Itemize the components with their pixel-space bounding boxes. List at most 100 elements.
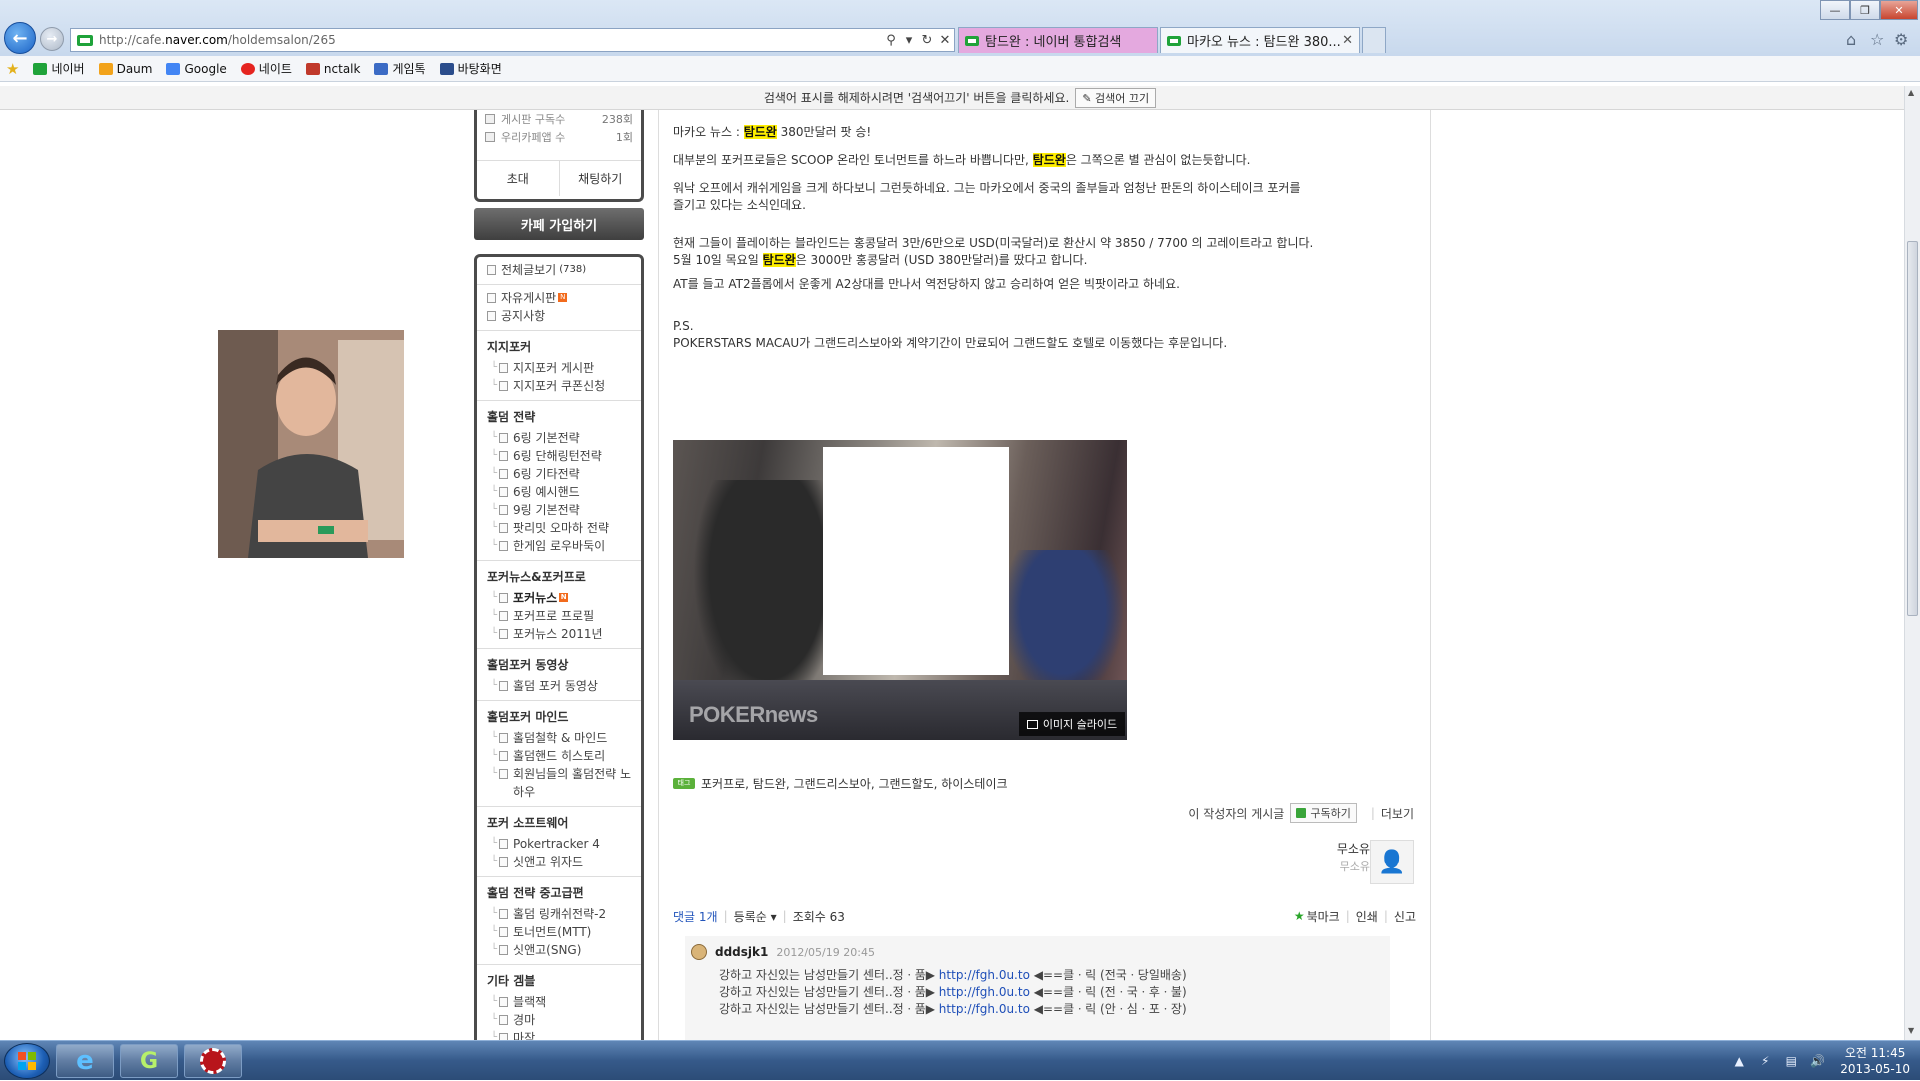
menu-item[interactable]: 경마 bbox=[477, 1011, 641, 1029]
menu-section-title[interactable]: 포커뉴스&포커프로 bbox=[477, 565, 641, 589]
menu-item[interactable]: 싯앤고 위자드 bbox=[477, 853, 641, 871]
author-name[interactable]: 무소유 bbox=[1337, 840, 1370, 858]
bookmark-link[interactable]: 북마크 bbox=[1307, 908, 1340, 925]
menu-item[interactable]: 팟리밋 오마하 전략 bbox=[477, 519, 641, 537]
turn-off-highlight-button[interactable]: ✎ 검색어 끄기 bbox=[1075, 87, 1157, 108]
menu-item[interactable]: 포커뉴스 2011년 bbox=[477, 625, 641, 643]
scroll-down-icon[interactable]: ▼ bbox=[1908, 1026, 1914, 1035]
menu-item[interactable]: 회원님들의 홀덤전략 노하우 bbox=[477, 765, 641, 801]
menu-item[interactable]: 홀덤철학 & 마인드 bbox=[477, 729, 641, 747]
search-icon[interactable]: ⚲ bbox=[882, 33, 900, 48]
menu-section-title[interactable]: 지지포커 bbox=[477, 335, 641, 359]
stop-icon[interactable]: ✕ bbox=[936, 33, 954, 48]
address-url[interactable]: http://cafe.naver.com/holdemsalon/265 bbox=[99, 33, 882, 47]
menu-item[interactable]: 6링 기타전략 bbox=[477, 465, 641, 483]
favorites-star-icon[interactable]: ☆ bbox=[1870, 30, 1884, 49]
menu-item[interactable]: 6링 기본전략 bbox=[477, 429, 641, 447]
security-icon[interactable]: ⚡ bbox=[1758, 1054, 1772, 1068]
fav-desktop[interactable]: 바탕화면 bbox=[439, 60, 502, 77]
fav-google[interactable]: Google bbox=[166, 62, 227, 76]
taskbar-app-g[interactable]: G bbox=[120, 1044, 178, 1078]
menu-section-title[interactable]: 포커 소프트웨어 bbox=[477, 811, 641, 835]
menu-item[interactable]: 6링 예시핸드 bbox=[477, 483, 641, 501]
checkbox-icon[interactable] bbox=[485, 132, 495, 142]
menu-item[interactable]: 6링 단해링턴전략 bbox=[477, 447, 641, 465]
comment-user[interactable]: dddsjk1 bbox=[715, 945, 768, 959]
comment-link[interactable]: http://fgh.0u.to bbox=[939, 968, 1030, 982]
chat-button[interactable]: 채팅하기 bbox=[560, 161, 642, 196]
menu-section-title[interactable]: 홀덤 전략 bbox=[477, 405, 641, 429]
taskbar-ie[interactable]: e bbox=[56, 1044, 114, 1078]
menu-item[interactable]: 마작 bbox=[477, 1029, 641, 1040]
more-link[interactable]: 더보기 bbox=[1381, 805, 1414, 822]
gear-icon[interactable]: ⚙ bbox=[1894, 30, 1908, 49]
fav-naver[interactable]: 네이버 bbox=[33, 60, 85, 77]
menu-item-notice[interactable]: 공지사항 bbox=[477, 307, 641, 325]
menu-item-free-board[interactable]: 자유게시판 N bbox=[477, 289, 641, 307]
fav-nate[interactable]: 네이트 bbox=[240, 60, 292, 77]
document-icon bbox=[499, 469, 509, 479]
menu-item[interactable]: 포커뉴스N bbox=[477, 589, 641, 607]
tab-article[interactable]: 마카오 뉴스 : 탐드완 380... ✕ bbox=[1160, 27, 1360, 53]
close-window-button[interactable]: ✕ bbox=[1880, 0, 1918, 20]
start-button[interactable] bbox=[4, 1043, 50, 1079]
comment-toggle[interactable]: 댓글 1개 bbox=[673, 908, 718, 925]
menu-item[interactable]: Pokertracker 4 bbox=[477, 835, 641, 853]
network-icon[interactable]: ▤ bbox=[1784, 1054, 1798, 1068]
checkbox-icon[interactable] bbox=[485, 114, 495, 124]
menu-item-all-posts[interactable]: 전체글보기 (738) bbox=[477, 261, 641, 279]
naver-icon bbox=[33, 62, 48, 75]
subscribe-button[interactable]: 구독하기 bbox=[1290, 803, 1357, 823]
menu-section-title[interactable]: 홀덤 전략 중고급편 bbox=[477, 881, 641, 905]
volume-icon[interactable]: 🔊 bbox=[1810, 1054, 1825, 1068]
minimize-button[interactable]: — bbox=[1820, 0, 1850, 20]
system-clock[interactable]: 오전 11:45 2013-05-10 bbox=[1840, 1045, 1910, 1077]
menu-section-title[interactable]: 기타 겜블 bbox=[477, 969, 641, 993]
invite-button[interactable]: 초대 bbox=[477, 161, 560, 196]
avatar[interactable]: 👤 bbox=[1370, 840, 1414, 884]
menu-item[interactable]: 토너먼트(MTT) bbox=[477, 923, 641, 941]
menu-item[interactable]: 9링 기본전략 bbox=[477, 501, 641, 519]
address-bar[interactable]: http://cafe.naver.com/holdemsalon/265 ⚲ … bbox=[70, 28, 955, 52]
menu-item[interactable]: 지지포커 쿠폰신청 bbox=[477, 377, 641, 395]
menu-section-title[interactable]: 홀덤포커 동영상 bbox=[477, 653, 641, 677]
comment-link[interactable]: http://fgh.0u.to bbox=[939, 1002, 1030, 1016]
fav-nctalk[interactable]: nctalk bbox=[305, 62, 360, 76]
menu-item[interactable]: 홀덤핸드 히스토리 bbox=[477, 747, 641, 765]
image-slide-button[interactable]: 이미지 슬라이드 bbox=[1019, 712, 1125, 736]
menu-section-title[interactable]: 홀덤포커 마인드 bbox=[477, 705, 641, 729]
vertical-scrollbar[interactable]: ▲ ▼ bbox=[1904, 86, 1920, 1040]
close-tab-icon[interactable]: ✕ bbox=[1342, 33, 1353, 48]
forward-button[interactable]: → bbox=[40, 27, 64, 51]
scroll-up-icon[interactable]: ▲ bbox=[1908, 88, 1914, 97]
menu-item[interactable]: 블랙잭 bbox=[477, 993, 641, 1011]
article-photo[interactable]: POKERnews 이미지 슬라이드 bbox=[673, 440, 1127, 740]
menu-item[interactable]: 싯앤고(SNG) bbox=[477, 941, 641, 959]
menu-item[interactable]: 지지포커 게시판 bbox=[477, 359, 641, 377]
tray-expand-icon[interactable]: ▲ bbox=[1732, 1054, 1746, 1068]
dropdown-arrow-icon[interactable]: ▾ bbox=[900, 33, 918, 48]
browser-titlebar: ← → http://cafe.naver.com/holdemsalon/26… bbox=[0, 0, 1920, 62]
join-cafe-button[interactable]: 카페 가입하기 bbox=[474, 208, 644, 240]
new-tab-button[interactable] bbox=[1362, 27, 1386, 53]
back-button[interactable]: ← bbox=[4, 22, 36, 54]
author-posts-link[interactable]: 이 작성자의 게시글 bbox=[1188, 805, 1284, 822]
fav-gametalk[interactable]: 게임톡 bbox=[374, 60, 426, 77]
scroll-thumb[interactable] bbox=[1907, 241, 1918, 616]
menu-item[interactable]: 한게임 로우바둑이 bbox=[477, 537, 641, 555]
report-link[interactable]: 신고 bbox=[1394, 908, 1416, 925]
maximize-button[interactable]: ❐ bbox=[1850, 0, 1880, 20]
sort-dropdown[interactable]: 등록순 ▾ bbox=[734, 908, 777, 925]
home-icon[interactable]: ⌂ bbox=[1846, 30, 1856, 49]
favorites-star-icon[interactable]: ★ bbox=[6, 60, 19, 78]
fav-daum[interactable]: Daum bbox=[98, 62, 152, 76]
taskbar-poker-app[interactable] bbox=[184, 1044, 242, 1078]
refresh-icon[interactable]: ↻ bbox=[918, 33, 936, 48]
menu-item[interactable]: 홀덤 링캐쉬전략-2 bbox=[477, 905, 641, 923]
tag-list[interactable]: 포커프로, 탐드완, 그랜드리스보아, 그랜드할도, 하이스테이크 bbox=[701, 775, 1008, 792]
tab-search[interactable]: 탐드완 : 네이버 통합검색 bbox=[958, 27, 1158, 53]
menu-item[interactable]: 홀덤 포커 동영상 bbox=[477, 677, 641, 695]
print-link[interactable]: 인쇄 bbox=[1356, 908, 1378, 925]
comment-link[interactable]: http://fgh.0u.to bbox=[939, 985, 1030, 999]
menu-item[interactable]: 포커프로 프로필 bbox=[477, 607, 641, 625]
